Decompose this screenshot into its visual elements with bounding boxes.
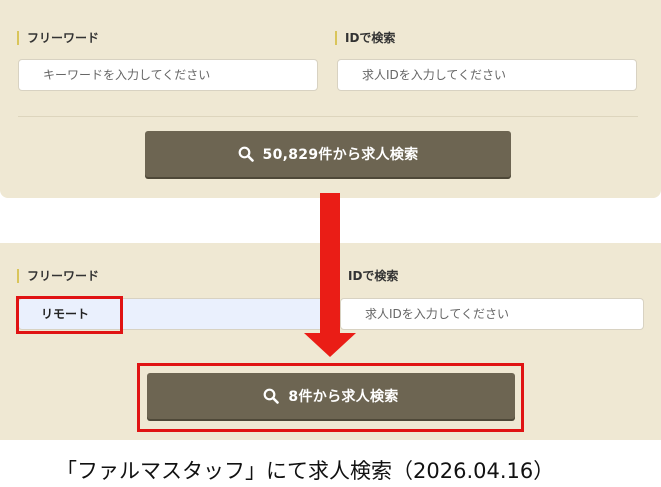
caption: 「ファルマスタッフ」にて求人検索（2026.04.16） (56, 459, 555, 483)
down-arrow-icon (320, 193, 340, 335)
search-button-label: 50,829件から求人検索 (262, 147, 419, 163)
id-search-label: IDで検索 (348, 269, 399, 283)
id-search-label: IDで検索 (335, 31, 395, 45)
divider (18, 116, 638, 117)
down-arrow-head-icon (304, 333, 356, 357)
free-word-label: フリーワード (17, 269, 99, 283)
button-highlight-box (137, 363, 524, 432)
free-word-input[interactable]: キーワードを入力してください (18, 59, 318, 91)
job-id-input[interactable]: 求人IDを入力してください (340, 298, 644, 330)
job-search-button[interactable]: 50,829件から求人検索 (145, 131, 511, 177)
job-id-input[interactable]: 求人IDを入力してください (337, 59, 637, 91)
search-panel-before: フリーワード IDで検索 キーワードを入力してください 求人IDを入力してくださ… (0, 0, 661, 198)
search-icon (238, 146, 254, 162)
keyword-highlight-box (16, 296, 123, 334)
free-word-label: フリーワード (17, 31, 99, 45)
